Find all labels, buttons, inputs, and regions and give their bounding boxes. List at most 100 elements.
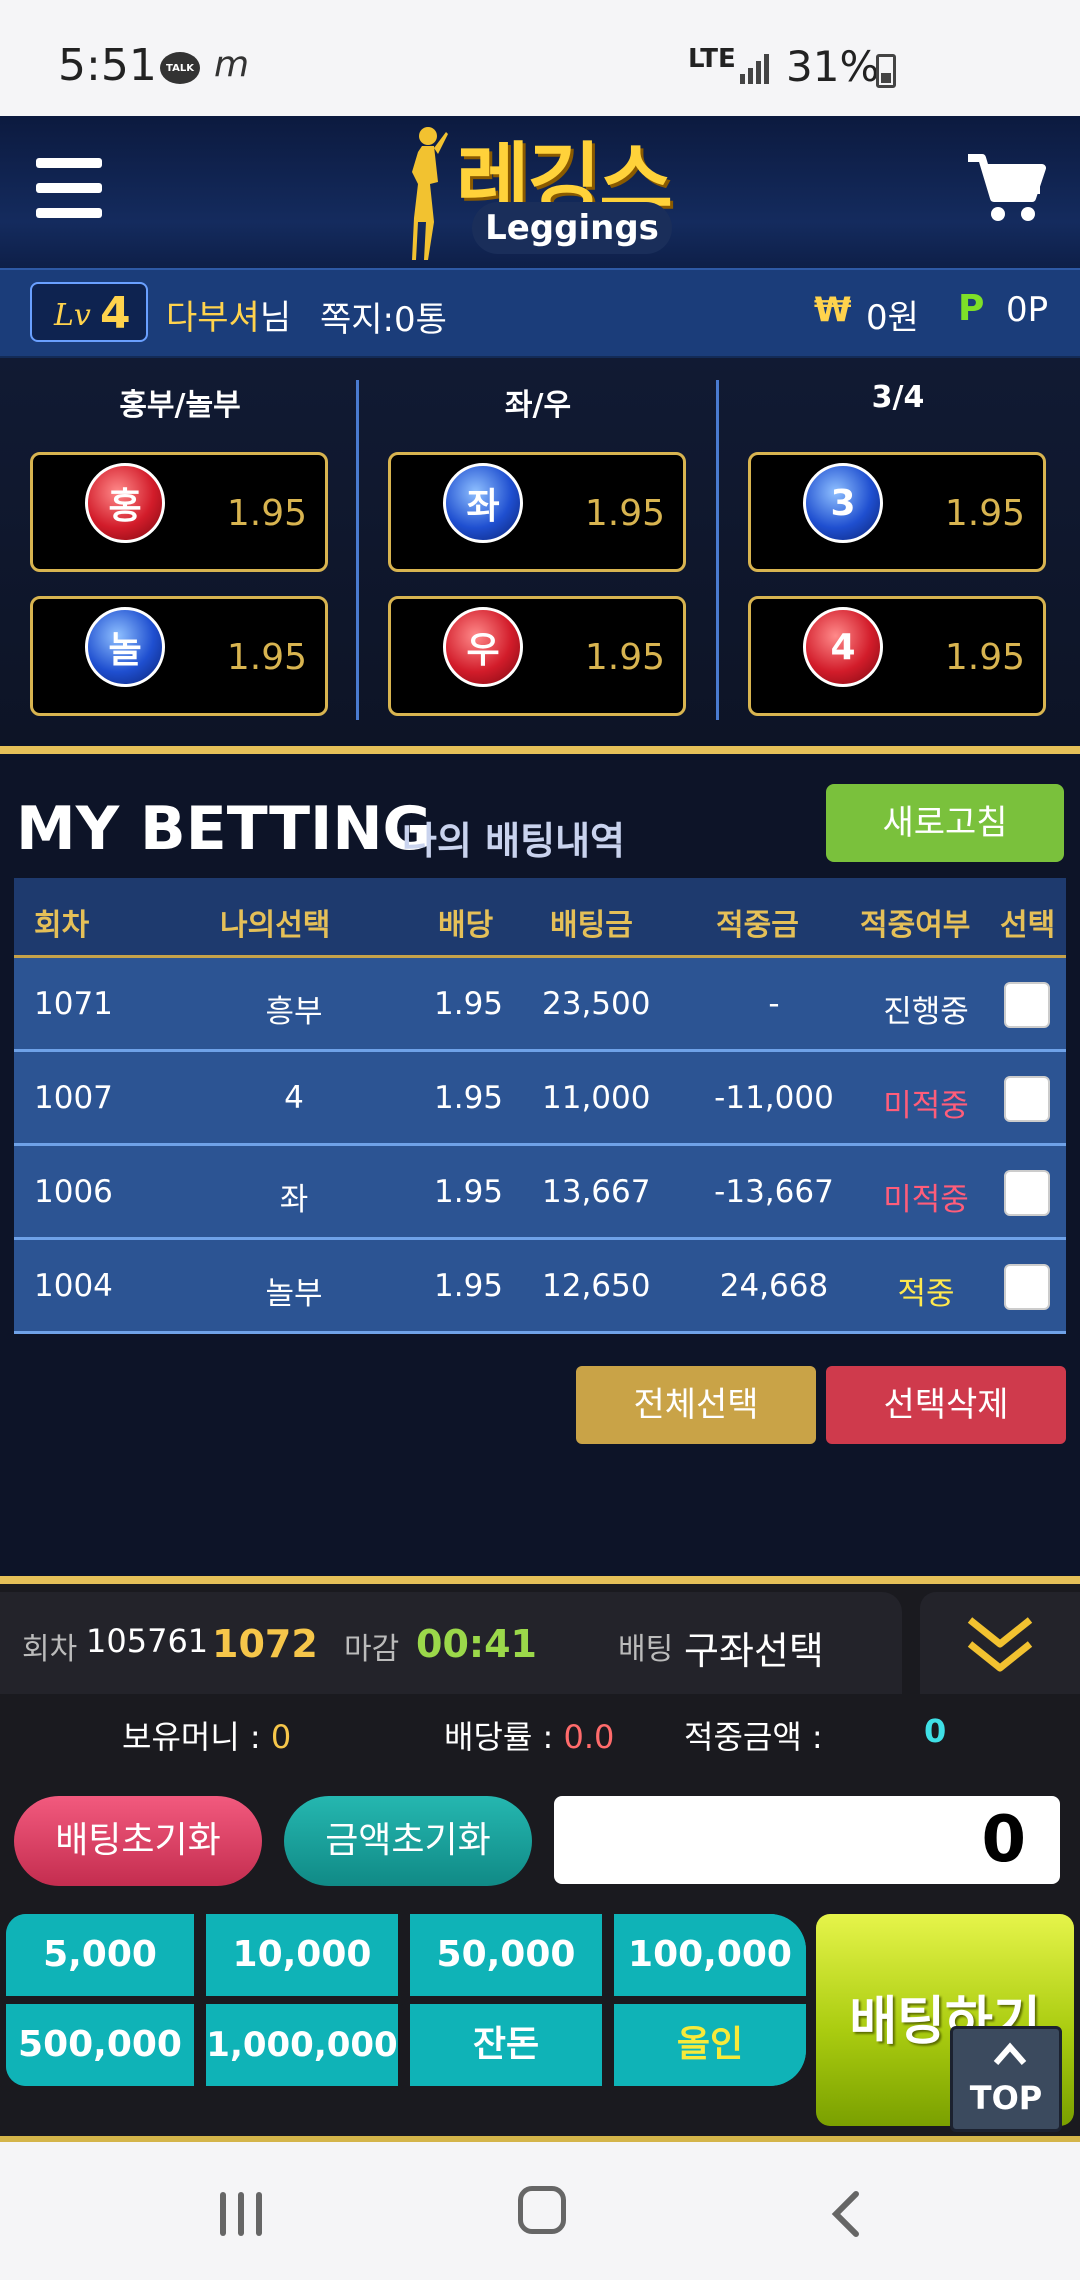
- delete-selected-button[interactable]: 선택삭제: [826, 1366, 1066, 1444]
- row-select-checkbox[interactable]: [1004, 1264, 1050, 1310]
- divider-line: [0, 1576, 1080, 1584]
- refresh-button[interactable]: 새로고침: [826, 784, 1064, 862]
- chip-500000-button[interactable]: 500,000: [6, 2004, 206, 2086]
- current-round: 1072: [212, 1622, 318, 1666]
- option-right-button[interactable]: 우 1.95: [388, 596, 686, 716]
- select-all-button[interactable]: 전체선택: [576, 1366, 816, 1444]
- header-odds: 배당: [438, 908, 494, 943]
- row-select-checkbox[interactable]: [1004, 982, 1050, 1028]
- option-heung-button[interactable]: 홍 1.95: [30, 452, 328, 572]
- cell-status: 적중: [897, 1276, 955, 1312]
- app-notification-icon: m: [214, 44, 250, 85]
- hamburger-menu-icon[interactable]: [36, 158, 102, 218]
- cell-win-amount: -: [768, 986, 780, 1022]
- ball-red-icon: 홍: [85, 463, 165, 543]
- header-result: 적중여부: [860, 908, 971, 943]
- ball-red-icon: 우: [443, 607, 523, 687]
- shopping-cart-icon[interactable]: [966, 152, 1046, 226]
- level-badge: Lv 4: [30, 282, 148, 342]
- back-icon[interactable]: [826, 2190, 866, 2238]
- cell-choice: 놀부: [265, 1276, 323, 1312]
- chip-divider: [6, 1996, 806, 2004]
- reset-bet-button[interactable]: 배팅초기화: [14, 1796, 262, 1886]
- cell-choice: 흥부: [265, 994, 323, 1030]
- rate-label: 배당률 :: [444, 1718, 554, 1756]
- bet-slip-panel: 회차 105761 1072 마감 00:41 배팅 구좌선택 보유머니 : 0…: [0, 1584, 1080, 2136]
- game-options-panel: 홍부/놀부 홍 1.95 놀 1.95 좌/우 좌 1.95 우 1.95 3/…: [0, 358, 1080, 746]
- my-betting-section: MY BETTING 나의 배팅내역 새로고침 회차 나의선택 배당 배팅금 적…: [0, 754, 1080, 1576]
- cell-odds: 1.95: [434, 1080, 504, 1116]
- cell-win-amount: -13,667: [714, 1174, 834, 1210]
- cell-bet-amount: 12,650: [542, 1268, 651, 1304]
- header-round: 회차: [34, 908, 90, 943]
- betting-title: MY BETTING: [16, 794, 432, 864]
- message-count-link[interactable]: 쪽지:0통: [320, 292, 447, 341]
- win-amount-display: 적중금액 :: [684, 1712, 823, 1758]
- cell-odds: 1.95: [434, 986, 504, 1022]
- rate-value: 0.0: [563, 1718, 615, 1756]
- chip-all-in-button[interactable]: 올인: [614, 2004, 806, 2086]
- bet-selection: 구좌선택: [684, 1629, 824, 1673]
- header-choice: 나의선택: [220, 908, 331, 943]
- scroll-top-button[interactable]: TOP: [950, 2026, 1062, 2132]
- cell-round: 1006: [34, 1174, 113, 1210]
- row-select-checkbox[interactable]: [1004, 1076, 1050, 1122]
- chip-change-button[interactable]: 잔돈: [410, 2004, 614, 2086]
- slip-info-bar: 회차 105761 1072 마감 00:41 배팅 구좌선택: [0, 1592, 902, 1694]
- ball-blue-icon: 좌: [443, 463, 523, 543]
- top-label: TOP: [969, 2079, 1043, 2117]
- won-icon: ₩: [814, 290, 852, 330]
- option-odds: 1.95: [584, 493, 665, 534]
- chip-100000-button[interactable]: 100,000: [614, 1914, 806, 1996]
- balance-display: 보유머니 : 0: [122, 1712, 291, 1758]
- table-row: 1007 4 1.95 11,000 -11,000 미적중: [14, 1052, 1066, 1146]
- signal-icon: [740, 54, 769, 84]
- divider-line: [0, 746, 1080, 754]
- ball-red-icon: 4: [803, 607, 883, 687]
- reset-amount-button[interactable]: 금액초기화: [284, 1796, 532, 1886]
- logo-figure-icon: [412, 127, 448, 260]
- option-left-button[interactable]: 좌 1.95: [388, 452, 686, 572]
- user-name-suffix: 님: [259, 298, 292, 338]
- user-name-text: 다부셔: [166, 298, 260, 338]
- point-icon: P: [958, 288, 985, 329]
- collapse-button[interactable]: [920, 1592, 1080, 1694]
- chip-5000-button[interactable]: 5,000: [6, 1914, 206, 1996]
- table-row: 1004 놀부 1.95 12,650 24,668 적중: [14, 1240, 1066, 1334]
- balance-value: 0: [270, 1718, 292, 1756]
- chip-10000-button[interactable]: 10,000: [206, 1914, 410, 1996]
- kakaotalk-icon: TALK: [160, 52, 200, 84]
- money-balance: 0원: [866, 298, 919, 338]
- bet-amount-input[interactable]: 0: [554, 1796, 1060, 1884]
- option-3-button[interactable]: 3 1.95: [748, 452, 1046, 572]
- chip-50000-button[interactable]: 50,000: [410, 1914, 614, 1996]
- network-type: LTE: [688, 44, 736, 74]
- battery-icon: [876, 54, 896, 88]
- home-icon[interactable]: [518, 2186, 566, 2234]
- cell-status: 진행중: [883, 994, 969, 1030]
- cell-round: 1071: [34, 986, 113, 1022]
- chip-1000000-button[interactable]: 1,000,000: [206, 2004, 410, 2086]
- option-nol-button[interactable]: 놀 1.95: [30, 596, 328, 716]
- bet-label: 배팅: [618, 1632, 674, 1667]
- recent-apps-icon[interactable]: [218, 2192, 266, 2236]
- cell-win-amount: -11,000: [714, 1080, 834, 1116]
- row-select-checkbox[interactable]: [1004, 1170, 1050, 1216]
- cell-choice: 좌: [279, 1182, 309, 1218]
- app-header: 레깅스 Leggings: [0, 116, 1080, 268]
- cell-bet-amount: 13,667: [542, 1174, 651, 1210]
- battery-percent: 31%: [786, 42, 880, 91]
- round-label: 회차: [22, 1632, 78, 1667]
- option-4-button[interactable]: 4 1.95: [748, 596, 1046, 716]
- betting-history-table: 회차 나의선택 배당 배팅금 적중금 적중여부 선택 1071 흥부 1.95 23,…: [14, 878, 1066, 1334]
- balance-label: 보유머니 :: [122, 1718, 261, 1756]
- cell-choice: 4: [284, 1080, 304, 1116]
- level-prefix: Lv: [54, 298, 91, 333]
- deadline-timer: 00:41: [416, 1622, 537, 1666]
- column-title: 3/4: [871, 380, 925, 415]
- chip-buttons: 5,000 10,000 50,000 100,000 500,000 1,00…: [6, 1914, 806, 2086]
- level-number: 4: [100, 288, 131, 339]
- logo-english-text: Leggings: [472, 202, 672, 254]
- point-balance: 0P: [1006, 290, 1049, 330]
- column-title: 좌/우: [504, 388, 572, 423]
